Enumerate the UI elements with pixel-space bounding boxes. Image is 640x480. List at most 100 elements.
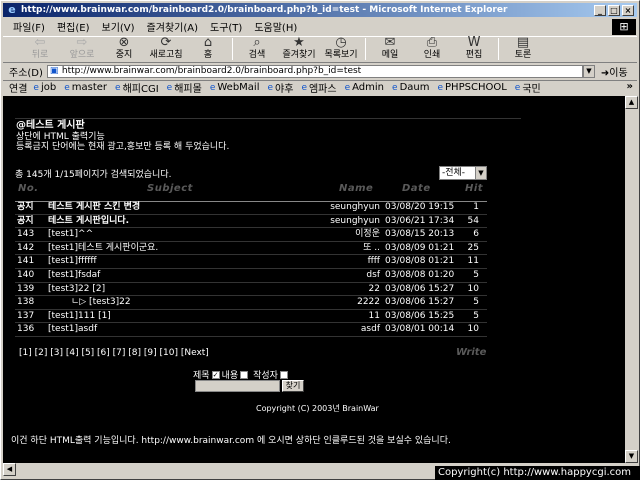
toolbar-refresh-button[interactable]: ⟳ 새로고침 bbox=[145, 36, 187, 62]
page-icon: ▣ bbox=[49, 65, 59, 76]
table-row[interactable]: 141 [test1]ffffff ffff 03/08/08 01:21 11 bbox=[15, 255, 487, 269]
menu-help[interactable]: 도움말(H) bbox=[248, 19, 303, 34]
links-label: 연결 bbox=[9, 84, 28, 95]
menu-tools[interactable]: 도구(T) bbox=[204, 19, 248, 34]
menu-bar: 파일(F) 편집(E) 보기(V) 즐겨찾기(A) 도구(T) 도움말(H) bbox=[3, 18, 637, 35]
toolbar-mail-button[interactable]: ✉ 메일 bbox=[369, 36, 411, 62]
row-hit: 6 bbox=[473, 229, 479, 240]
row-date: 03/08/08 01:21 bbox=[385, 256, 455, 267]
row-date: 03/08/06 15:27 bbox=[385, 283, 455, 294]
ie-page-icon: e bbox=[344, 82, 351, 93]
row-hit: 10 bbox=[467, 283, 479, 294]
edit-icon: W bbox=[467, 35, 481, 50]
toolbar-forward-button[interactable]: ⇨ 앞으로 bbox=[61, 36, 103, 62]
scroll-up-icon[interactable]: ▲ bbox=[625, 96, 638, 109]
link-item[interactable]: e master bbox=[64, 82, 107, 93]
category-select[interactable]: -전체- ▼ bbox=[439, 166, 487, 180]
write-button[interactable]: Write bbox=[456, 347, 486, 358]
link-item[interactable]: e 엠파스 bbox=[301, 80, 336, 96]
search-button[interactable]: 찾기 bbox=[282, 380, 304, 392]
close-button[interactable]: × bbox=[622, 5, 634, 16]
address-dropdown-button[interactable]: ▼ bbox=[582, 64, 595, 78]
menu-favorites[interactable]: 즐겨찾기(A) bbox=[141, 19, 204, 34]
row-subject[interactable]: [test1]ffffff bbox=[48, 255, 97, 269]
link-item[interactable]: e job bbox=[33, 82, 56, 93]
scroll-left-icon[interactable]: ◀ bbox=[3, 463, 16, 476]
pagination[interactable]: [1] [2] [3] [4] [5] [6] [7] [8] [9] [10]… bbox=[19, 348, 209, 358]
refresh-icon: ⟳ bbox=[160, 35, 172, 50]
row-subject[interactable]: [test1]111 [1] bbox=[48, 310, 111, 324]
row-name: 2222 bbox=[357, 297, 380, 308]
toolbar-separator bbox=[498, 38, 499, 60]
history-icon: ◷ bbox=[335, 35, 347, 50]
row-subject[interactable]: 테스트 게시판입니다. bbox=[48, 215, 129, 229]
discuss-icon: ▤ bbox=[516, 35, 530, 50]
ie-page-icon: e bbox=[209, 82, 216, 93]
menu-file[interactable]: 파일(F) bbox=[7, 19, 51, 34]
search-content-checkbox[interactable] bbox=[240, 370, 249, 379]
table-row[interactable]: 138 ㄴ▷ [test3]22 2222 03/08/06 15:27 5 bbox=[15, 296, 487, 310]
title-bar[interactable]: e http://www.brainwar.com/brainboard2.0/… bbox=[3, 3, 637, 17]
toolbar-label: 앞으로 bbox=[69, 50, 95, 60]
row-no: 공지 bbox=[17, 202, 34, 212]
address-input[interactable]: ▣ http://www.brainwar.com/brainboard2.0/… bbox=[46, 64, 583, 78]
chevron-right-icon[interactable]: » bbox=[627, 81, 633, 92]
row-subject[interactable]: [test1]테스트 게시판이군요. bbox=[48, 242, 158, 256]
link-item[interactable]: e 해피CGI bbox=[115, 80, 159, 96]
ie-page-icon: e bbox=[115, 82, 121, 93]
table-row[interactable]: 139 [test3]22 [2] 22 03/08/06 15:27 10 bbox=[15, 283, 487, 297]
toolbar-search-button[interactable]: ⌕ 검색 bbox=[236, 36, 278, 62]
search-author-checkbox[interactable] bbox=[279, 370, 288, 379]
menu-view[interactable]: 보기(V) bbox=[96, 19, 141, 34]
table-row[interactable]: 137 [test1]111 [1] 11 03/08/06 15:25 5 bbox=[15, 310, 487, 324]
row-subject[interactable]: ㄴ▷ [test3]22 bbox=[71, 296, 131, 310]
row-subject[interactable]: [test1]asdf bbox=[48, 323, 97, 337]
row-subject[interactable]: [test3]22 [2] bbox=[48, 283, 105, 297]
row-hit: 5 bbox=[473, 297, 479, 308]
stop-icon: ⊗ bbox=[118, 35, 130, 50]
table-row[interactable]: 공지 테스트 게시판입니다. seunghyun 03/06/21 17:34 54 bbox=[15, 215, 487, 229]
toolbar-label: 인쇄 bbox=[423, 50, 441, 60]
link-item[interactable]: e Daum bbox=[392, 82, 429, 93]
toolbar-stop-button[interactable]: ⊗ 중지 bbox=[103, 36, 145, 62]
scroll-down-icon[interactable]: ▼ bbox=[625, 450, 638, 463]
table-row[interactable]: 136 [test1]asdf asdf 03/08/01 00:14 10 bbox=[15, 323, 487, 337]
footer-text: 이건 하단 HTML출력 기능입니다. http://www.brainwar.… bbox=[11, 436, 451, 446]
row-hit: 10 bbox=[467, 324, 479, 335]
minimize-button[interactable]: _ bbox=[594, 5, 606, 16]
link-item[interactable]: e WebMail bbox=[210, 82, 260, 93]
link-item[interactable]: e Admin bbox=[345, 82, 384, 93]
toolbar-favorites-button[interactable]: ★ 즐겨찾기 bbox=[278, 36, 320, 62]
row-subject[interactable]: 테스트 게시판 스킨 변경 bbox=[48, 201, 140, 215]
toolbar-back-button[interactable]: ⇦ 뒤로 bbox=[19, 36, 61, 62]
link-item[interactable]: e 해피몰 bbox=[167, 80, 202, 96]
row-date: 03/08/09 01:21 bbox=[385, 242, 455, 253]
link-item[interactable]: e PHPSCHOOL bbox=[437, 82, 506, 93]
table-row[interactable]: 140 [test1]fsdaf dsf 03/08/08 01:20 5 bbox=[15, 269, 487, 283]
toolbar-label: 편집 bbox=[465, 50, 483, 60]
table-row[interactable]: 공지 테스트 게시판 스킨 변경 seunghyun 03/08/20 19:15 1 bbox=[15, 201, 487, 215]
table-row[interactable]: 143 [test1]^^ 이정운 03/08/15 20:13 6 bbox=[15, 228, 487, 242]
toolbar-edit-button[interactable]: W 편집 bbox=[453, 36, 495, 62]
print-icon: ⎙ bbox=[426, 35, 438, 50]
search-input[interactable] bbox=[195, 380, 280, 392]
row-hit: 11 bbox=[467, 256, 479, 267]
menu-edit[interactable]: 편집(E) bbox=[51, 19, 96, 34]
row-name: 22 bbox=[368, 283, 380, 294]
toolbar-history-button[interactable]: ◷ 목록보기 bbox=[320, 36, 362, 62]
link-item[interactable]: e 야후 bbox=[267, 80, 293, 96]
row-subject[interactable]: [test1]^^ bbox=[48, 228, 93, 242]
toolbar-home-button[interactable]: ⌂ 홈 bbox=[187, 36, 229, 62]
go-button[interactable]: ➜이동 bbox=[601, 64, 628, 79]
search-subject-checkbox[interactable]: ✓ bbox=[211, 370, 220, 379]
maximize-button[interactable]: □ bbox=[608, 5, 620, 16]
table-row[interactable]: 142 [test1]테스트 게시판이군요. 또 .. 03/08/09 01:21 2… bbox=[15, 242, 487, 256]
vertical-scrollbar[interactable]: ▲ ▼ bbox=[625, 96, 638, 463]
link-item[interactable]: e 국민 bbox=[515, 80, 541, 96]
ie-page-icon: e bbox=[267, 82, 274, 93]
ie-page-icon: e bbox=[437, 82, 444, 93]
row-subject[interactable]: [test1]fsdaf bbox=[48, 269, 100, 283]
toolbar-discuss-button[interactable]: ▤ 토론 bbox=[502, 36, 544, 62]
toolbar-print-button[interactable]: ⎙ 인쇄 bbox=[411, 36, 453, 62]
window-title: http://www.brainwar.com/brainboard2.0/br… bbox=[21, 5, 508, 15]
